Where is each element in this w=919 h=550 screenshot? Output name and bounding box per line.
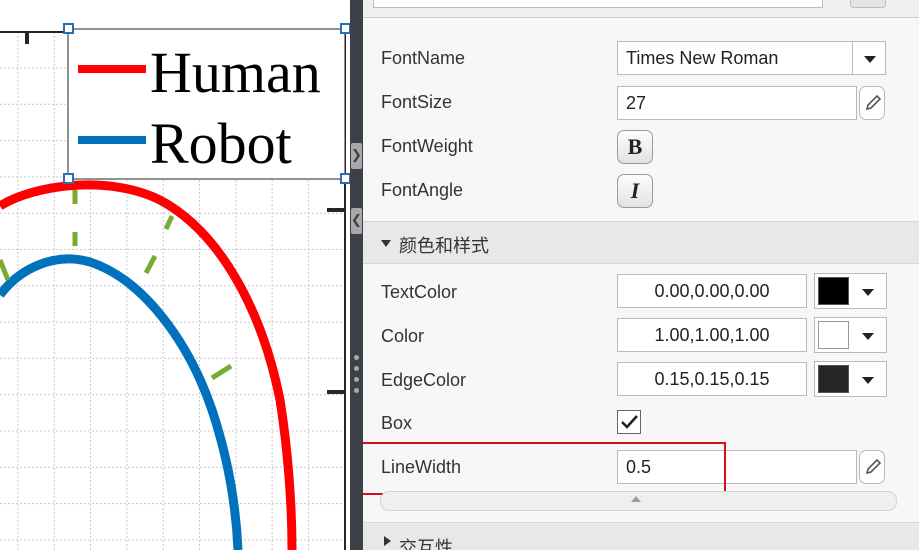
checkmark-icon [621,415,638,429]
fontangle-label: FontAngle [381,180,464,200]
edgecolor-field[interactable]: 0.15,0.15,0.15 [617,362,807,396]
green-tick [0,259,11,281]
edgecolor-swatch [818,365,849,393]
edgecolor-picker-button[interactable] [814,361,887,397]
section-interactivity-header[interactable]: 交互性 [363,522,919,550]
chevron-down-icon [862,289,874,296]
expand-right-icon[interactable]: ❯ [351,143,362,169]
caret-down-icon [381,240,391,247]
textcolor-label: TextColor [381,282,458,302]
panel-splitter[interactable]: ❯ ❮ [350,0,363,550]
fontname-label: FontName [381,48,466,68]
box-checkbox[interactable] [617,410,641,434]
grip-dot [354,355,359,360]
caret-right-icon [384,536,391,546]
section-color-style-title: 颜色和样式 [399,236,489,256]
color-label: Color [381,326,425,346]
green-tick [143,254,158,275]
grip-dot [354,388,359,393]
fontname-select[interactable]: Times New Roman [617,41,853,75]
linewidth-highlight-box [363,442,726,495]
green-tick [163,214,175,231]
italic-button[interactable]: I [617,174,653,208]
color-swatch [818,321,849,349]
color-field[interactable]: 1.00,1.00,1.00 [617,318,807,352]
linewidth-edit-button[interactable] [859,450,885,484]
textcolor-field[interactable]: 0.00,0.00,0.00 [617,274,807,308]
collapse-left-icon[interactable]: ❮ [351,208,362,234]
property-inspector: FontName Times New Roman FontSize 27 Fon… [363,0,919,550]
horizontal-scrollbar[interactable] [380,491,897,511]
human-curve [0,180,297,550]
robot-curve [0,254,243,550]
fontsize-edit-button[interactable] [859,86,885,120]
property-top-button[interactable] [850,0,886,8]
edgecolor-label: EdgeColor [381,370,467,390]
fontweight-label: FontWeight [381,136,473,156]
green-tick-marks [0,190,233,381]
textcolor-picker-button[interactable] [814,273,887,309]
pencil-icon [865,94,882,111]
selection-handle[interactable] [63,23,74,34]
legend-label-robot: Robot [150,111,292,176]
section-color-style-header[interactable]: 颜色和样式 [363,221,919,264]
fontsize-label: FontSize [381,92,453,112]
figure-canvas: Human Robot [0,23,350,550]
fontsize-field[interactable]: 27 [617,86,857,120]
property-top-bar [363,0,919,18]
bold-button[interactable]: B [617,130,653,164]
pencil-icon [865,458,882,475]
selection-handle[interactable] [340,173,350,184]
chevron-down-icon [862,333,874,340]
color-picker-button[interactable] [814,317,887,353]
green-tick [210,363,233,381]
legend-label-human: Human [150,40,321,105]
box-label: Box [381,413,413,433]
chevron-down-icon [864,56,876,63]
fontname-dropdown-button[interactable] [852,41,886,75]
selection-handle[interactable] [340,23,350,34]
property-top-field[interactable] [373,0,823,8]
figure-preview[interactable]: Human Robot [0,0,350,550]
selection-handle[interactable] [63,173,74,184]
section-interactivity-title: 交互性 [399,538,453,550]
textcolor-swatch [818,277,849,305]
grip-dot [354,377,359,382]
chevron-down-icon [862,377,874,384]
grip-dot [354,366,359,371]
scroll-up-icon [631,496,641,502]
